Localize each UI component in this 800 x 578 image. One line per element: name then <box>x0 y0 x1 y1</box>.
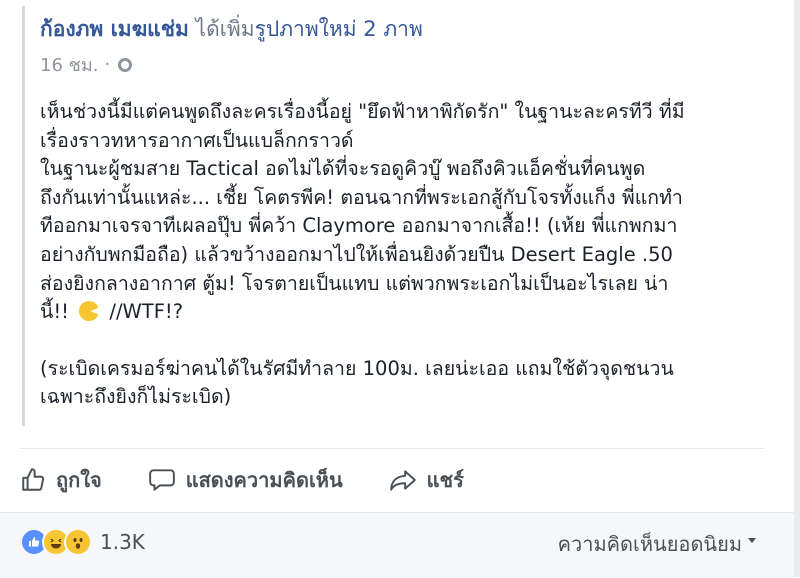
body-line: เห็นช่วงนี้มีแต่คนพูดถึงละครเรื่องนี้อยู… <box>40 100 685 123</box>
thumbs-up-icon <box>22 468 45 491</box>
body-line: เฉพาะถึงยิงก็ไม่ระเบิด) <box>40 385 232 409</box>
meta-separator: · <box>104 54 111 75</box>
post-meta: 16 ชม. · <box>40 50 133 79</box>
timestamp[interactable]: 16 ชม. <box>40 50 98 79</box>
comment-icon <box>148 469 175 491</box>
body-line: (ระเบิดเครมอร์ฆ่าคนได้ในรัศมีทำลาย 100ม.… <box>40 356 674 380</box>
share-label: แชร์ <box>426 468 464 492</box>
post-header: ก้องภพ เมฆแช่ม ได้เพิ่มรูปภาพใหม่ 2 ภาพ <box>40 14 423 44</box>
pacman-emoji-icon <box>79 301 100 322</box>
globe-icon[interactable] <box>118 57 133 72</box>
body-line: เรื่องราวทหารอากาศเป็นแบล็กกราวด์ <box>40 128 354 152</box>
body-line-prefix: นี้!! <box>40 300 69 324</box>
action-bar: ถูกใจ แสดงความคิดเห็น แชร์ <box>20 462 510 498</box>
like-label: ถูกใจ <box>56 468 102 492</box>
reaction-count[interactable]: 1.3K <box>100 530 145 554</box>
body-line: ถึงกันเท่านั้นแหล่ะ... เชี้ย โคตรพีค! ตอ… <box>40 185 683 209</box>
share-button[interactable]: แชร์ <box>389 464 464 496</box>
scrollbar-track[interactable] <box>794 0 800 577</box>
body-line-last: นี้!! //WTF!? <box>40 298 760 327</box>
author-name[interactable]: ก้องภพ เมฆแช่ม <box>40 17 189 41</box>
share-arrow-icon <box>389 470 416 491</box>
sort-label: ความคิดเห็นยอดนิยม <box>557 532 742 556</box>
body-line: ในฐานะผู้ชมสาย Tactical อดไม่ได้ที่จะรอด… <box>40 157 646 181</box>
body-line: อย่างกับพกมือถือ) แล้วขว้างออกมาไปให้เพื… <box>40 242 673 266</box>
reactions-summary[interactable]: 1.3K <box>20 528 145 556</box>
post-body: เห็นช่วงนี้มีแต่คนพูดถึงละครเรื่องนี้อยู… <box>40 98 760 412</box>
action-divider <box>20 448 764 449</box>
wow-reaction-icon <box>64 528 92 556</box>
comment-button[interactable]: แสดงความคิดเห็น <box>148 464 343 496</box>
body-line: ทีออกมาเจรจาทีเผลอปุ๊บ พี่คว้า Claymore … <box>40 214 678 238</box>
post-action-text: ได้เพิ่ม <box>195 17 255 41</box>
body-line: ส่องยิงกลางอากาศ ตู้ม! โจรตายเป็นแทบ แต่… <box>40 271 669 295</box>
left-border <box>22 6 25 426</box>
comment-sort-dropdown[interactable]: ความคิดเห็นยอดนิยม <box>558 528 756 560</box>
comment-label: แสดงความคิดเห็น <box>185 468 343 492</box>
body-line-suffix: //WTF!? <box>109 300 184 324</box>
photos-link[interactable]: รูปภาพใหม่ 2 ภาพ <box>255 17 423 41</box>
caret-down-icon <box>748 537 756 543</box>
like-button[interactable]: ถูกใจ <box>20 464 102 496</box>
